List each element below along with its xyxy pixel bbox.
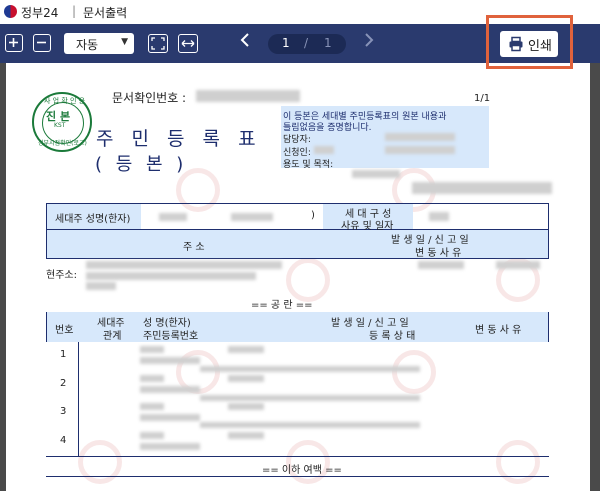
- redacted-address-3: [86, 282, 116, 290]
- official-seal: 사 업 확 인 용 진 본 KST 정부시점확인(로고): [32, 92, 92, 152]
- householder-label: 세대주 성명(한자): [55, 214, 131, 225]
- chevron-left-icon: [240, 33, 249, 47]
- householder-row: 세대주 성명(한자) ) 세 대 구 성 사유 및 일자: [46, 203, 549, 232]
- zoom-out-button[interactable]: [33, 34, 51, 52]
- col-relation-line2: 관계: [103, 331, 122, 342]
- watermark-icon: [78, 440, 122, 484]
- printer-icon: [508, 36, 524, 56]
- address-header-label: 주 소: [183, 242, 205, 253]
- page-indicator[interactable]: 1 / 1: [268, 34, 346, 54]
- redacted-householder-hanja: [231, 213, 273, 221]
- col-change: 변 동 사 유: [475, 325, 522, 336]
- redacted-address-reason: [496, 261, 540, 269]
- divider: [46, 456, 549, 457]
- vacancy-label: == 공 란 ==: [251, 300, 313, 311]
- document-title: 주 민 등 록 표: [96, 128, 262, 150]
- redacted-docnum: [196, 90, 300, 102]
- redacted-officer: [385, 133, 455, 141]
- address-header: 주 소 발 생 일 / 신 고 일 변 동 사 유: [46, 230, 549, 259]
- window-title: 문서출력: [83, 6, 128, 20]
- current-page: 1: [282, 36, 290, 50]
- fit-page-button[interactable]: [148, 34, 168, 53]
- zoom-select[interactable]: 자동 ▼: [64, 33, 134, 54]
- col-no: 번호: [55, 325, 74, 336]
- minus-icon: [37, 41, 46, 44]
- total-pages: 1: [324, 36, 332, 50]
- chevron-right-icon: [365, 33, 374, 47]
- redacted-address-2: [86, 272, 256, 280]
- fit-page-icon: [151, 37, 165, 50]
- plus-icon: [9, 38, 18, 47]
- column-divider: [78, 342, 79, 456]
- current-address-label: 현주소:: [46, 270, 77, 281]
- seal-kst-text: KST: [54, 122, 66, 129]
- fit-width-icon: [181, 40, 195, 47]
- print-button[interactable]: 인쇄: [500, 31, 558, 57]
- row-number: 2: [60, 378, 67, 389]
- next-page-button[interactable]: [364, 32, 374, 53]
- divider: [46, 476, 549, 477]
- householder-paren: ): [311, 210, 315, 221]
- end-of-document-label: == 이하 여백 ==: [262, 465, 342, 476]
- divider: [46, 258, 549, 259]
- watermark-icon: [392, 350, 436, 394]
- row-number: 4: [60, 435, 67, 446]
- fit-width-button[interactable]: [178, 34, 198, 53]
- watermark-icon: [496, 440, 540, 484]
- row-number: 1: [60, 349, 67, 360]
- redacted-address-1: [86, 261, 282, 269]
- seal-top-text: 사 업 확 인 용: [44, 97, 86, 105]
- seal-bottom-text: 정부시점확인(로고): [38, 140, 87, 147]
- redacted-date: [352, 170, 400, 178]
- redacted-household-reason: [429, 212, 449, 221]
- date-header-line2: 변 동 사 유: [415, 248, 462, 259]
- zoom-value: 자동: [76, 38, 99, 52]
- redacted-applicant-2: [385, 146, 455, 154]
- print-label: 인쇄: [528, 39, 552, 54]
- prev-page-button[interactable]: [240, 32, 250, 53]
- redacted-address-date: [418, 261, 464, 269]
- member-table-header: 번호 세대주 관계 성 명(한자) 주민등록번호 발 생 일 / 신 고 일 등…: [46, 312, 549, 342]
- col-name-line2: 주민등록번호: [143, 331, 199, 342]
- redacted-applicant: [314, 146, 334, 154]
- purpose-label: 용도 및 목적:: [283, 160, 334, 170]
- row-number: 3: [60, 406, 67, 417]
- col-date-line2: 등 록 상 태: [369, 331, 416, 342]
- redacted-householder-name: [159, 213, 187, 221]
- page-fraction: 1/1: [474, 93, 491, 104]
- title-separator: |: [72, 4, 77, 18]
- page-separator: /: [304, 36, 309, 50]
- gov24-logo-icon: [4, 5, 17, 18]
- document-subtitle: ( 등 본 ): [95, 154, 188, 175]
- zoom-in-button[interactable]: [5, 34, 23, 52]
- redacted-issuer: [412, 182, 552, 194]
- chevron-down-icon: ▼: [121, 37, 128, 47]
- officer-label: 담당자:: [283, 135, 311, 145]
- docnum-label: 문서확인번호 :: [112, 91, 187, 105]
- app-name: 정부24: [21, 6, 59, 20]
